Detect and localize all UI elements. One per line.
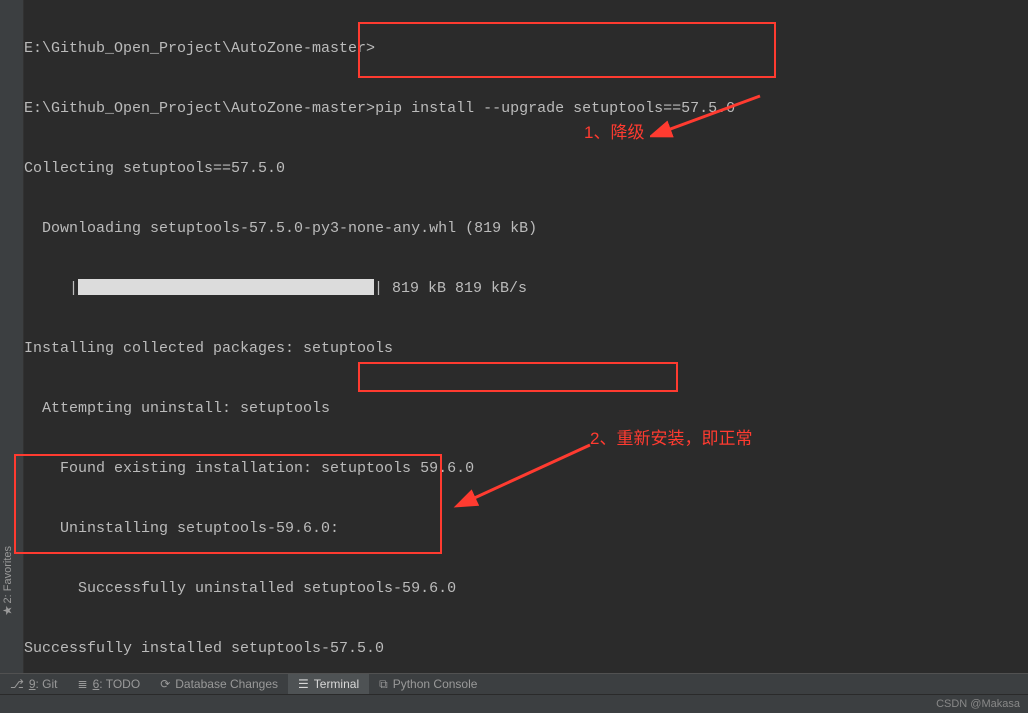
terminal-line: Attempting uninstall: setuptools (24, 394, 1028, 424)
git-branch-icon: ⎇ (10, 677, 24, 691)
python-console-button[interactable]: ⧉ Python Console (369, 674, 487, 695)
terminal-line: E:\Github_Open_Project\AutoZone-master>p… (24, 94, 1028, 124)
list-icon: ≣ (78, 677, 88, 691)
terminal-panel[interactable]: E:\Github_Open_Project\AutoZone-master> … (24, 0, 1028, 673)
terminal-line: Successfully installed setuptools-57.5.0 (24, 634, 1028, 664)
star-icon: ★ (1, 605, 15, 616)
refresh-icon: ⟳ (160, 677, 170, 691)
terminal-line: Installing collected packages: setuptool… (24, 334, 1028, 364)
terminal-line: Uninstalling setuptools-59.6.0: (24, 514, 1028, 544)
progress-bar (78, 279, 374, 295)
terminal-line: Successfully uninstalled setuptools-59.6… (24, 574, 1028, 604)
terminal-tool-button[interactable]: ☰ Terminal (288, 674, 369, 695)
terminal-icon: ☰ (298, 677, 309, 691)
left-tool-gutter: ★ 2: Favorites (0, 0, 24, 673)
favorites-label: 2: Favorites (2, 546, 14, 603)
python-icon: ⧉ (379, 677, 388, 692)
todo-tool-button[interactable]: ≣ 6: TODO (68, 674, 151, 695)
git-tool-button[interactable]: ⎇ 9: Git (0, 674, 68, 695)
terminal-line: Collecting setuptools==57.5.0 (24, 154, 1028, 184)
status-bar: CSDN @Makasa (0, 694, 1028, 713)
favorites-tool-button[interactable]: ★ 2: Favorites (2, 546, 14, 621)
terminal-line: E:\Github_Open_Project\AutoZone-master> (24, 34, 1028, 64)
bottom-tool-bar: ⎇ 9: Git ≣ 6: TODO ⟳ Database Changes ☰ … (0, 673, 1028, 694)
watermark-text: CSDN @Makasa (936, 698, 1020, 710)
terminal-line: Downloading setuptools-57.5.0-py3-none-a… (24, 214, 1028, 244)
terminal-line: || 819 kB 819 kB/s (24, 274, 1028, 304)
database-changes-button[interactable]: ⟳ Database Changes (150, 674, 288, 695)
terminal-line: Found existing installation: setuptools … (24, 454, 1028, 484)
